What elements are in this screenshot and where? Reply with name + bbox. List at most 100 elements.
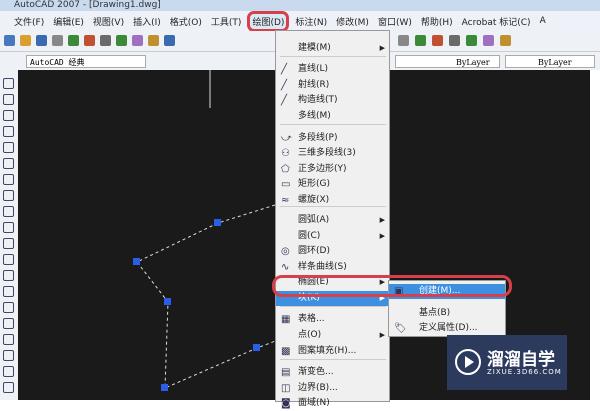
draw-tool-button[interactable] <box>3 350 14 361</box>
watermark-name: 溜溜自学 <box>487 350 555 370</box>
draw-tool-button[interactable] <box>3 270 14 281</box>
toolbar-button[interactable] <box>84 35 95 46</box>
draw-tool-button[interactable] <box>3 286 14 297</box>
dashed-polyline <box>136 204 279 389</box>
draw-tool-button[interactable] <box>3 158 14 169</box>
menu-9[interactable]: 窗口(W) <box>378 15 412 28</box>
menu-item[interactable]: ⤻ 多段线(P) <box>276 131 389 146</box>
polyline-icon: ⤻ <box>281 133 292 144</box>
menu-item[interactable]: ◫ 边界(B)... <box>276 381 389 396</box>
draw-tool-button[interactable] <box>3 302 14 313</box>
grips <box>133 219 260 391</box>
gradient-icon: ▤ <box>281 367 291 378</box>
draw-tool-button[interactable] <box>3 238 14 249</box>
menu-1[interactable]: 编辑(E) <box>53 15 84 28</box>
grip[interactable] <box>253 344 260 351</box>
menu-item[interactable]: ╱ 构造线(T) <box>276 93 389 108</box>
workspace-select[interactable]: AutoCAD 经典 <box>26 55 146 68</box>
toolbar-button[interactable] <box>68 35 79 46</box>
draw-tool-button[interactable] <box>3 78 14 89</box>
menu-0[interactable]: 文件(F) <box>14 15 44 28</box>
menu-item-label: 直线(L) <box>298 64 329 74</box>
menu-12[interactable]: A <box>540 16 546 26</box>
menu-item[interactable]: 点(O) ▶ <box>276 328 389 343</box>
toolbar-button[interactable] <box>52 35 63 46</box>
grip[interactable] <box>164 298 171 305</box>
draw-tool-button[interactable] <box>3 206 14 217</box>
menu-separator <box>280 56 386 57</box>
menu-4[interactable]: 格式(O) <box>170 15 202 28</box>
draw-tool-button[interactable] <box>3 366 14 377</box>
draw-tool-button[interactable] <box>3 110 14 121</box>
menu-item-label: 构造线(T) <box>298 95 338 105</box>
draw-tool-button[interactable] <box>3 174 14 185</box>
submenu-item-label: 定义属性(D)... <box>419 323 478 333</box>
toolbar-button[interactable] <box>432 35 443 46</box>
submenu-item[interactable]: 基点(B) <box>389 306 505 321</box>
toolbar-button[interactable] <box>500 35 511 46</box>
toolbar-button[interactable] <box>449 35 460 46</box>
toolbar-button[interactable] <box>164 35 175 46</box>
draw-tool-button[interactable] <box>3 190 14 201</box>
draw-tool-button[interactable] <box>3 382 14 393</box>
menu-5[interactable]: 工具(T) <box>211 15 242 28</box>
menu-item-label: 圆弧(A) <box>298 215 330 225</box>
menu-item[interactable]: ◙ 面域(N) <box>276 396 389 411</box>
draw-tool-button[interactable] <box>3 334 14 345</box>
draw-toolbar <box>0 70 18 400</box>
toolbar-button[interactable] <box>415 35 426 46</box>
draw-tool-button[interactable] <box>3 94 14 105</box>
toolbar-button[interactable] <box>483 35 494 46</box>
linetype-select[interactable]: ByLayer <box>395 55 500 68</box>
draw-tool-button[interactable] <box>3 318 14 329</box>
draw-tool-button[interactable] <box>3 126 14 137</box>
submenu-item[interactable]: 🏷 定义属性(D)... <box>389 321 505 336</box>
menu-item[interactable]: 建模(M) ▶ <box>276 41 389 56</box>
menu-item[interactable]: ≈ 螺旋(X) <box>276 193 389 208</box>
submenu-arrow-icon: ▶ <box>379 216 385 224</box>
draw-tool-button[interactable] <box>3 142 14 153</box>
toolbar-button[interactable] <box>4 35 15 46</box>
toolbar-button[interactable] <box>36 35 47 46</box>
toolbar-button[interactable] <box>398 35 409 46</box>
menu-item[interactable]: ╱ 射线(R) <box>276 78 389 93</box>
menu-item[interactable]: ⬠ 正多边形(Y) <box>276 162 389 177</box>
menu-item-label: 样条曲线(S) <box>298 262 347 272</box>
grip[interactable] <box>214 219 221 226</box>
menu-item[interactable]: ▩ 图案填充(H)... <box>276 344 389 359</box>
menu-3[interactable]: 插入(I) <box>133 15 161 28</box>
menu-item[interactable]: 圆(C) ▶ <box>276 229 389 244</box>
toolbar-button[interactable] <box>132 35 143 46</box>
menu-item[interactable]: ▭ 矩形(G) <box>276 177 389 192</box>
menu-item[interactable]: ▤ 渐变色... <box>276 365 389 380</box>
draw-tool-button[interactable] <box>3 254 14 265</box>
menu-item[interactable]: 圆弧(A) ▶ <box>276 213 389 228</box>
menu-item[interactable]: ⚇ 三维多段线(3) <box>276 146 389 161</box>
menu-item[interactable]: ╱ 直线(L) <box>276 62 389 77</box>
menu-item[interactable]: ▦ 表格... <box>276 312 389 327</box>
menu-item[interactable]: ◎ 圆环(D) <box>276 244 389 259</box>
toolbar-button[interactable] <box>148 35 159 46</box>
menu-item-label: 边界(B)... <box>298 383 338 393</box>
menu-item[interactable]: ∿ 样条曲线(S) <box>276 260 389 275</box>
draw-tool-button[interactable] <box>3 222 14 233</box>
menu-item[interactable]: 多线(M) <box>276 109 389 124</box>
toolbar-button[interactable] <box>20 35 31 46</box>
grip[interactable] <box>133 258 140 265</box>
toolbar-button[interactable] <box>116 35 127 46</box>
menu-10[interactable]: 帮助(H) <box>421 15 453 28</box>
menu-item-label: 建模(M) <box>298 43 331 53</box>
toolbar-button[interactable] <box>100 35 111 46</box>
helix-icon: ≈ <box>281 195 290 206</box>
grip[interactable] <box>161 384 168 391</box>
menu-6[interactable]: 绘图(D) <box>247 10 290 32</box>
watermark: 溜溜自学 ZIXUE.3D66.COM <box>447 335 567 390</box>
menu-7[interactable]: 标注(N) <box>295 15 327 28</box>
menu-2[interactable]: 视图(V) <box>93 15 124 28</box>
hatch-icon: ▩ <box>281 346 291 357</box>
lineweight-select[interactable]: ByLayer <box>505 55 595 68</box>
menu-item-label: 螺旋(X) <box>298 195 330 205</box>
menu-11[interactable]: Acrobat 标记(C) <box>462 15 531 28</box>
menu-8[interactable]: 修改(M) <box>336 15 369 28</box>
toolbar-button[interactable] <box>466 35 477 46</box>
